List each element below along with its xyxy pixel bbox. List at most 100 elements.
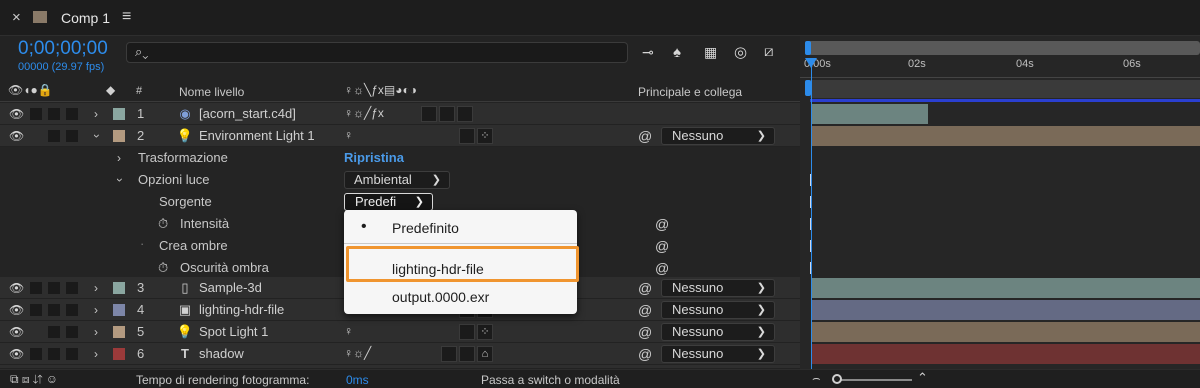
visibility-eye-icon[interactable]: 👁 <box>9 129 24 143</box>
visibility-eye-icon[interactable]: 👁 <box>9 107 24 121</box>
shy-layers-icon[interactable]: ♠ <box>673 44 681 61</box>
transform-label[interactable]: Trasformazione <box>138 147 228 169</box>
solo-switch[interactable] <box>48 108 60 120</box>
composition-flowchart-icon[interactable]: ⊸ <box>642 44 654 61</box>
audio-switch[interactable] <box>30 304 42 316</box>
source-label[interactable]: Sorgente <box>159 191 212 213</box>
av-features-header-icon[interactable]: 👁◖●🔒 <box>8 83 53 97</box>
parent-dropdown[interactable]: Nessuno ❯ <box>661 323 775 341</box>
3d-layer-switch-icon[interactable]: ⁘ <box>477 128 493 144</box>
pick-whip-icon[interactable]: @ <box>638 125 652 147</box>
switch-box[interactable] <box>421 106 437 122</box>
layer-switches[interactable]: ♀☼╱ƒx <box>344 106 384 120</box>
shadow-darkness-label[interactable]: Oscurità ombra <box>180 257 269 279</box>
close-tab-button[interactable]: × <box>12 9 21 26</box>
layer-duration-bar[interactable] <box>812 322 1200 342</box>
parent-dropdown[interactable]: Nessuno ❯ <box>661 345 775 363</box>
comp-tab-title[interactable]: Comp 1 <box>61 10 110 26</box>
light-options-label[interactable]: Opzioni luce <box>138 169 210 191</box>
layer-name-header[interactable]: Nome livello <box>179 85 244 99</box>
lock-switch[interactable] <box>66 304 78 316</box>
layer-duration-bar[interactable] <box>812 344 1200 364</box>
switch-box[interactable] <box>441 346 457 362</box>
zoom-slider-thumb[interactable] <box>832 374 842 384</box>
expand-chevron-icon[interactable]: › <box>94 299 98 321</box>
layer-row-6[interactable]: 👁 › 6 T shadow ♀☼╱ ⌂ @ Nessuno ❯ <box>0 343 800 365</box>
stopwatch-icon[interactable]: ⏱ <box>158 260 168 276</box>
expression-pick-whip-icon[interactable]: @ <box>655 213 669 235</box>
visibility-eye-icon[interactable]: 👁 <box>9 325 24 339</box>
light-type-dropdown[interactable]: Ambiental ❯ <box>344 171 450 189</box>
current-time-display[interactable]: 0;00;00;00 <box>18 38 108 60</box>
toggle-switches-modes-button[interactable]: Passa a switch o modalità <box>481 373 620 387</box>
expand-chevron-icon[interactable]: › <box>117 147 121 169</box>
label-color-swatch[interactable] <box>113 108 125 120</box>
shy-switch-icon[interactable]: ♀ <box>344 324 353 338</box>
parent-dropdown[interactable]: Nessuno ❯ <box>661 301 775 319</box>
solo-switch[interactable] <box>48 304 60 316</box>
audio-switch[interactable] <box>30 282 42 294</box>
expand-chevron-icon[interactable]: › <box>94 103 98 125</box>
layer-row-1[interactable]: 👁 › 1 ◉ [acorn_start.c4d] ♀☼╱ƒx <box>0 103 800 125</box>
audio-switch[interactable] <box>30 348 42 360</box>
layer-name[interactable]: shadow <box>199 343 244 365</box>
layer-name[interactable]: [acorn_start.c4d] <box>199 103 296 125</box>
status-toggle-icons[interactable]: ⧉ ⧈ ⇵ ☺ <box>10 372 58 387</box>
expression-pick-whip-icon[interactable]: @ <box>655 235 669 257</box>
label-header-icon[interactable]: ◆ <box>106 83 115 97</box>
parent-dropdown[interactable]: Nessuno ❯ <box>661 127 775 145</box>
source-dropdown[interactable]: Predefi ❯ <box>344 193 433 211</box>
zoom-in-icon[interactable]: ⌃ <box>917 370 928 386</box>
collapse-chevron-icon[interactable]: › <box>109 178 131 182</box>
layer-duration-bar[interactable] <box>812 104 928 124</box>
layer-switches[interactable]: ♀☼╱ <box>344 346 371 360</box>
layer-duration-bar[interactable] <box>812 126 1200 146</box>
solo-switch[interactable] <box>48 130 60 142</box>
lock-switch[interactable] <box>66 130 78 142</box>
parent-link-header[interactable]: Principale e collega <box>638 85 742 99</box>
playhead-line[interactable] <box>811 64 812 369</box>
layer-number-header[interactable]: # <box>136 85 142 97</box>
switch-box[interactable] <box>457 106 473 122</box>
switch-box[interactable] <box>439 106 455 122</box>
frame-blending-icon[interactable]: ▦ <box>704 44 717 61</box>
solo-switch[interactable] <box>48 348 60 360</box>
layer-duration-bar[interactable] <box>812 300 1200 320</box>
lock-switch[interactable] <box>66 348 78 360</box>
expand-chevron-icon[interactable]: › <box>94 343 98 365</box>
collapse-chevron-icon[interactable]: › <box>86 134 108 138</box>
lock-switch[interactable] <box>66 326 78 338</box>
pick-whip-icon[interactable]: @ <box>638 343 652 365</box>
visibility-eye-icon[interactable]: 👁 <box>9 303 24 317</box>
switch-box[interactable] <box>459 346 475 362</box>
expand-chevron-icon[interactable]: › <box>94 321 98 343</box>
switch-box[interactable] <box>459 324 475 340</box>
intensity-label[interactable]: Intensità <box>180 213 229 235</box>
shy-switch-icon[interactable]: ♀ <box>344 128 353 142</box>
search-input[interactable]: ⌕⌄ <box>126 42 628 63</box>
playhead-icon[interactable] <box>805 58 817 68</box>
pick-whip-icon[interactable]: @ <box>638 321 652 343</box>
menu-item-output-exr[interactable]: output.0000.exr <box>392 289 489 305</box>
work-area-start-handle[interactable] <box>805 41 811 55</box>
label-color-swatch[interactable] <box>113 282 125 294</box>
label-color-swatch[interactable] <box>113 304 125 316</box>
time-ruler[interactable]: 0:00s 02s 04s 06s <box>800 58 1200 78</box>
reset-link[interactable]: Ripristina <box>344 147 404 169</box>
menu-item-predefinito[interactable]: Predefinito <box>392 220 459 236</box>
label-color-swatch[interactable] <box>113 348 125 360</box>
tab-menu-icon[interactable]: ≡ <box>122 8 131 26</box>
label-color-swatch[interactable] <box>113 326 125 338</box>
switch-box[interactable] <box>459 128 475 144</box>
parent-dropdown[interactable]: Nessuno ❯ <box>661 279 775 297</box>
layer-name[interactable]: Environment Light 1 <box>199 125 315 147</box>
pick-whip-icon[interactable]: @ <box>638 299 652 321</box>
stopwatch-icon[interactable]: ⏱ <box>158 216 168 232</box>
3d-layer-switch-icon[interactable]: ⌂ <box>477 346 493 362</box>
motion-blur-icon[interactable]: ◎ <box>734 43 747 61</box>
visibility-eye-icon[interactable]: 👁 <box>9 347 24 361</box>
zoom-out-icon[interactable]: ⌢ <box>812 370 821 386</box>
layer-name[interactable]: Spot Light 1 <box>199 321 268 343</box>
layer-name[interactable]: Sample-3d <box>199 277 262 299</box>
cast-shadows-label[interactable]: Crea ombre <box>159 235 228 257</box>
